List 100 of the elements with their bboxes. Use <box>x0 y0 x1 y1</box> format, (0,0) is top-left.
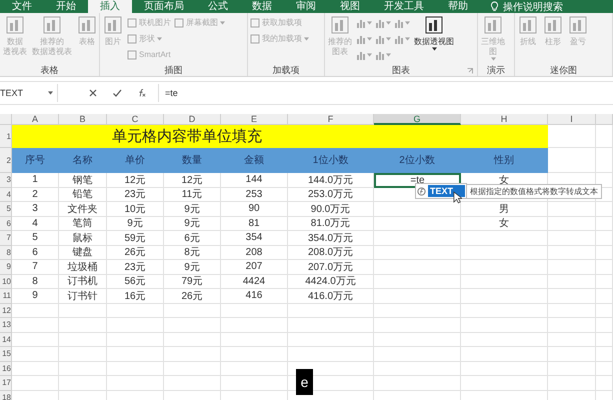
row-number[interactable]: 10 <box>0 274 12 289</box>
row-number[interactable]: 12 <box>0 304 12 318</box>
empty-cell[interactable] <box>374 304 461 318</box>
ribbon-tab[interactable]: 开发工具 <box>372 0 436 13</box>
empty-cell[interactable] <box>461 318 548 332</box>
row-number[interactable]: 7 <box>0 231 12 246</box>
row-number[interactable]: 17 <box>0 376 12 390</box>
empty-cell[interactable] <box>461 246 548 260</box>
empty-cell[interactable] <box>374 332 461 347</box>
empty-cell[interactable] <box>221 347 288 362</box>
empty-cell[interactable] <box>221 304 288 318</box>
empty-cell[interactable] <box>596 246 613 260</box>
empty-cell[interactable] <box>596 216 613 231</box>
empty-cell[interactable] <box>107 376 164 390</box>
ribbon-tab[interactable]: 数据 <box>240 0 284 13</box>
empty-cell[interactable] <box>374 231 461 246</box>
empty-cell[interactable] <box>461 332 548 347</box>
ribbon-tab[interactable]: 帮助 <box>436 0 480 13</box>
empty-cell[interactable] <box>596 202 613 216</box>
empty-cell[interactable] <box>461 347 548 362</box>
empty-cell[interactable] <box>548 347 596 362</box>
column-header[interactable]: H <box>461 114 548 125</box>
column-header[interactable]: D <box>164 114 221 125</box>
empty-cell[interactable] <box>548 216 596 231</box>
column-header[interactable]: I <box>548 114 596 125</box>
empty-cell[interactable] <box>548 260 596 274</box>
empty-cell[interactable] <box>59 376 107 390</box>
row-number[interactable]: 11 <box>0 289 12 304</box>
tell-me-search[interactable]: 操作说明搜索 <box>503 0 563 14</box>
ribbon-tab[interactable]: 开始 <box>44 0 88 13</box>
formula-input[interactable]: =te <box>158 84 613 102</box>
empty-cell[interactable] <box>596 274 613 289</box>
empty-cell[interactable] <box>461 260 548 274</box>
row-number[interactable]: 6 <box>0 216 12 231</box>
row-number[interactable]: 2 <box>0 148 12 173</box>
empty-cell[interactable] <box>374 362 461 376</box>
row-number[interactable]: 8 <box>0 246 12 260</box>
checkmark-icon[interactable] <box>112 88 122 98</box>
ribbon-tab[interactable]: 插入 <box>88 0 132 13</box>
empty-cell[interactable] <box>164 376 221 390</box>
row-number[interactable]: 9 <box>0 260 12 274</box>
name-box[interactable]: TEXT <box>0 84 58 102</box>
empty-cell[interactable] <box>461 362 548 376</box>
empty-cell[interactable] <box>374 376 461 390</box>
column-header[interactable]: B <box>59 114 107 125</box>
empty-cell[interactable] <box>59 304 107 318</box>
empty-cell[interactable] <box>374 318 461 332</box>
row-number[interactable]: 15 <box>0 347 12 362</box>
empty-cell[interactable] <box>107 332 164 347</box>
empty-cell[interactable] <box>374 260 461 274</box>
ribbon-tab[interactable]: 公式 <box>196 0 240 13</box>
column-header[interactable]: A <box>12 114 59 125</box>
empty-cell[interactable] <box>548 332 596 347</box>
empty-cell[interactable] <box>596 148 613 173</box>
empty-cell[interactable] <box>596 362 613 376</box>
row-number[interactable]: 14 <box>0 332 12 347</box>
empty-cell[interactable] <box>221 318 288 332</box>
empty-cell[interactable] <box>548 318 596 332</box>
ribbon-tab[interactable]: 页面布局 <box>132 0 196 13</box>
empty-cell[interactable] <box>596 304 613 318</box>
empty-cell[interactable] <box>461 274 548 289</box>
empty-cell[interactable] <box>288 347 374 362</box>
row-number[interactable]: 4 <box>0 188 12 202</box>
empty-cell[interactable] <box>548 231 596 246</box>
empty-cell[interactable] <box>164 318 221 332</box>
empty-cell[interactable] <box>164 347 221 362</box>
empty-cell[interactable] <box>374 347 461 362</box>
empty-cell[interactable] <box>596 260 613 274</box>
empty-cell[interactable] <box>461 304 548 318</box>
empty-cell[interactable] <box>596 376 613 390</box>
empty-cell[interactable] <box>288 318 374 332</box>
column-header[interactable]: E <box>221 114 288 125</box>
empty-cell[interactable] <box>59 362 107 376</box>
empty-cell[interactable] <box>288 304 374 318</box>
empty-cell[interactable] <box>59 332 107 347</box>
ribbon-command[interactable]: 数据透视图 <box>413 15 455 65</box>
row-number[interactable]: 1 <box>0 125 12 148</box>
empty-cell[interactable] <box>548 376 596 390</box>
empty-cell[interactable] <box>461 376 548 390</box>
column-header[interactable]: G <box>374 114 461 125</box>
row-number[interactable]: 5 <box>0 202 12 216</box>
row-number[interactable]: 13 <box>0 318 12 332</box>
empty-cell[interactable] <box>374 216 461 231</box>
empty-cell[interactable] <box>548 362 596 376</box>
empty-cell[interactable] <box>461 231 548 246</box>
empty-cell[interactable] <box>548 304 596 318</box>
column-header[interactable]: C <box>107 114 164 125</box>
empty-cell[interactable] <box>596 231 613 246</box>
dialog-launcher-icon[interactable] <box>467 68 473 74</box>
empty-cell[interactable] <box>548 274 596 289</box>
caret-icon[interactable] <box>48 91 53 95</box>
empty-cell[interactable] <box>221 362 288 376</box>
empty-cell[interactable] <box>596 332 613 347</box>
empty-cell[interactable] <box>596 289 613 304</box>
empty-cell[interactable] <box>107 347 164 362</box>
empty-cell[interactable] <box>548 246 596 260</box>
empty-cell[interactable] <box>596 347 613 362</box>
empty-cell[interactable] <box>221 376 288 390</box>
empty-cell[interactable] <box>164 304 221 318</box>
empty-cell[interactable] <box>107 304 164 318</box>
